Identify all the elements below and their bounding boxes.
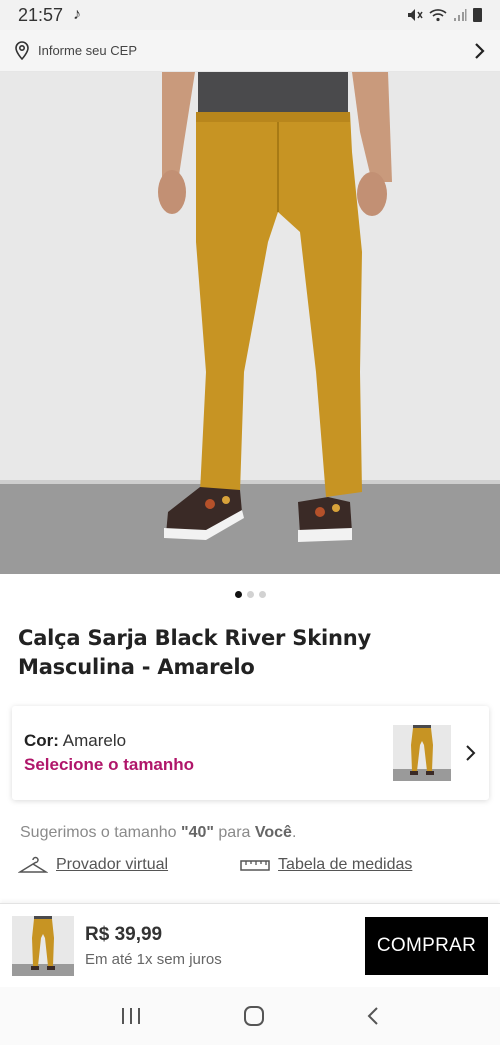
chevron-right-icon[interactable]: [474, 42, 486, 60]
purchase-thumbnail: [12, 915, 74, 976]
variant-text: Cor: Amarelo Selecione o tamanho: [24, 731, 194, 775]
size-links: Provador virtual Tabela de medidas: [18, 855, 488, 875]
select-size-label[interactable]: Selecione o tamanho: [24, 755, 194, 775]
home-icon[interactable]: [243, 1005, 265, 1027]
color-label: Cor:: [24, 731, 59, 750]
product-title: Calça Sarja Black River Skinny Masculina…: [18, 626, 371, 679]
wifi-icon: [429, 9, 447, 22]
status-bar: 21:57 ♪: [0, 0, 500, 30]
purchase-thumbnail-image: [12, 915, 74, 976]
ruler-icon: [240, 860, 270, 871]
cep-label: Informe seu CEP: [38, 43, 137, 58]
clock: 21:57: [18, 4, 64, 25]
variant-selector[interactable]: Cor: Amarelo Selecione o tamanho: [12, 706, 489, 800]
carousel-dot-3[interactable]: [258, 591, 266, 598]
hanger-icon: [18, 856, 48, 873]
location-pin-icon: [15, 40, 29, 60]
size-chart-label[interactable]: Tabela de medidas: [278, 856, 412, 874]
back-icon[interactable]: [366, 1006, 380, 1026]
chevron-right-icon[interactable]: [465, 744, 477, 762]
size-chart-link[interactable]: Tabela de medidas: [240, 856, 412, 874]
battery-icon: [473, 8, 482, 22]
variant-thumbnail-image: [393, 725, 451, 781]
suggested-size: "40": [180, 824, 214, 841]
suggestion-prefix: Sugerimos o tamanho: [20, 824, 177, 841]
recent-apps-icon[interactable]: [120, 1007, 142, 1025]
variant-thumbnail[interactable]: [393, 725, 451, 781]
suggestion-suffix: .: [291, 824, 297, 841]
product-photo: [0, 72, 500, 574]
price: R$ 39,99: [85, 923, 163, 945]
color-line: Cor: Amarelo: [24, 731, 194, 751]
carousel-dot-1[interactable]: [234, 591, 242, 598]
virtual-fitting-link[interactable]: Provador virtual: [18, 855, 168, 875]
installment-info: Em até 1x sem juros: [85, 950, 222, 968]
price-block: R$ 39,99 Em até 1x sem juros: [85, 924, 222, 968]
mute-icon: [408, 9, 423, 21]
status-icons: [407, 8, 482, 22]
color-value: Amarelo: [62, 731, 127, 750]
cep-bar[interactable]: Informe seu CEP: [0, 30, 500, 72]
system-nav-bar: [0, 987, 500, 1045]
carousel-dot-2[interactable]: [246, 591, 254, 598]
size-suggestion: Sugerimos o tamanho "40" para Você.: [20, 824, 296, 842]
carousel-indicator: [0, 591, 500, 598]
suggestion-target: Você: [254, 824, 292, 841]
signal-icon: [454, 9, 467, 21]
purchase-bar: R$ 39,99 Em até 1x sem juros COMPRAR: [0, 903, 500, 987]
virtual-fitting-label[interactable]: Provador virtual: [56, 856, 168, 874]
buy-button[interactable]: COMPRAR: [365, 916, 488, 975]
suggestion-middle: para: [218, 824, 251, 841]
product-image[interactable]: [0, 72, 500, 574]
tiktok-icon: ♪: [73, 6, 82, 23]
